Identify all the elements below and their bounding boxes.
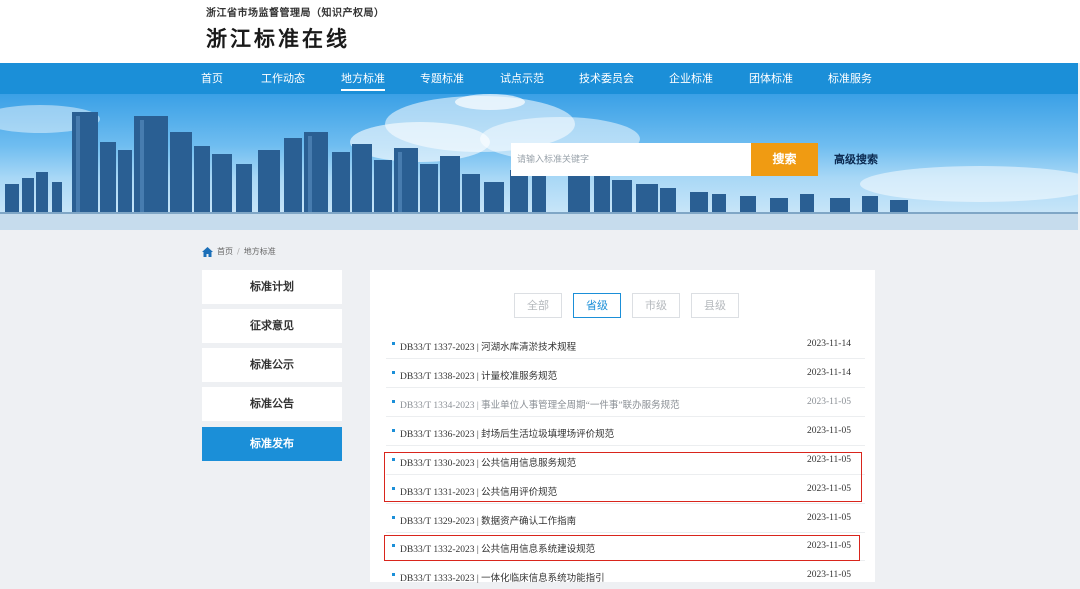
breadcrumb-home[interactable]: 首页: [217, 246, 233, 257]
standard-date: 2023-11-05: [807, 570, 851, 580]
list-item[interactable]: DB33/T 1333-2023 | 一体化临床信息系统功能指引 2023-11…: [386, 561, 865, 589]
standard-date: 2023-11-05: [807, 426, 851, 436]
nav-item-pilot-demo[interactable]: 试点示范: [500, 63, 544, 94]
standard-date: 2023-11-14: [807, 368, 851, 378]
search-button[interactable]: 搜索: [751, 143, 818, 176]
bullet-icon: [392, 342, 395, 345]
nav-item-group-standards[interactable]: 团体标准: [749, 63, 793, 94]
search-input[interactable]: [511, 143, 751, 176]
list-item[interactable]: DB33/T 1336-2023 | 封场后生活垃圾填埋场评价规范 2023-1…: [386, 417, 865, 446]
site-title[interactable]: 浙江标准在线: [206, 23, 350, 53]
sidebar-item-standard-plan[interactable]: 标准计划: [202, 270, 342, 304]
site-header: 浙江省市场监督管理局（知识产权局） 浙江标准在线: [0, 0, 1080, 63]
advanced-search-link[interactable]: 高级搜索: [834, 151, 878, 167]
list-item[interactable]: DB33/T 1337-2023 | 河湖水库清淤技术规程 2023-11-14: [386, 330, 865, 359]
bullet-icon: [392, 371, 395, 374]
bullet-icon: [392, 429, 395, 432]
standard-title[interactable]: DB33/T 1337-2023 | 河湖水库清淤技术规程: [400, 339, 576, 353]
standard-title[interactable]: DB33/T 1334-2023 | 事业单位人事管理全周期“一件事”联办服务规…: [400, 397, 680, 411]
nav-item-topic-standards[interactable]: 专题标准: [420, 63, 464, 94]
main-nav: 首页 工作动态 地方标准 专题标准 试点示范 技术委员会 企业标准 团体标准 标…: [0, 63, 1078, 94]
bullet-icon: [392, 573, 395, 576]
nav-item-home[interactable]: 首页: [201, 63, 223, 94]
org-name: 浙江省市场监督管理局（知识产权局）: [206, 8, 385, 19]
breadcrumb-current: 地方标准: [243, 247, 276, 256]
standard-date: 2023-11-05: [807, 397, 851, 407]
sidebar-item-standard-release[interactable]: 标准发布: [202, 427, 342, 461]
highlight-box: [384, 452, 862, 502]
bullet-icon: [392, 516, 395, 519]
nav-item-tech-committee[interactable]: 技术委员会: [579, 63, 634, 94]
list-item[interactable]: DB33/T 1329-2023 | 数据资产确认工作指南 2023-11-05: [386, 504, 865, 533]
nav-item-work-news[interactable]: 工作动态: [261, 63, 305, 94]
list-item[interactable]: DB33/T 1334-2023 | 事业单位人事管理全周期“一件事”联办服务规…: [386, 388, 865, 417]
highlight-box: [384, 535, 860, 561]
standard-date: 2023-11-14: [807, 339, 851, 349]
nav-item-standard-services[interactable]: 标准服务: [828, 63, 872, 94]
breadcrumb-separator: /: [237, 247, 240, 256]
standard-title[interactable]: DB33/T 1329-2023 | 数据资产确认工作指南: [400, 513, 576, 527]
filter-city-button[interactable]: 市级: [632, 293, 680, 318]
bullet-icon: [392, 400, 395, 403]
home-icon[interactable]: [202, 246, 213, 257]
filter-county-button[interactable]: 县级: [691, 293, 739, 318]
filter-all-button[interactable]: 全部: [514, 293, 562, 318]
sidebar-item-call-for-comments[interactable]: 征求意见: [202, 309, 342, 343]
filter-provincial-button[interactable]: 省级: [573, 293, 621, 318]
sidebar-item-standard-announcement[interactable]: 标准公告: [202, 387, 342, 421]
nav-item-local-standards[interactable]: 地方标准: [341, 63, 385, 94]
standard-title[interactable]: DB33/T 1336-2023 | 封场后生活垃圾填埋场评价规范: [400, 426, 614, 440]
standard-title[interactable]: DB33/T 1338-2023 | 计量校准服务规范: [400, 368, 557, 382]
nav-item-enterprise-standards[interactable]: 企业标准: [669, 63, 713, 94]
list-item[interactable]: DB33/T 1338-2023 | 计量校准服务规范 2023-11-14: [386, 359, 865, 388]
sidebar-item-standard-publicity[interactable]: 标准公示: [202, 348, 342, 382]
breadcrumb: 首页 / 地方标准: [202, 246, 276, 257]
standard-date: 2023-11-05: [807, 513, 851, 523]
